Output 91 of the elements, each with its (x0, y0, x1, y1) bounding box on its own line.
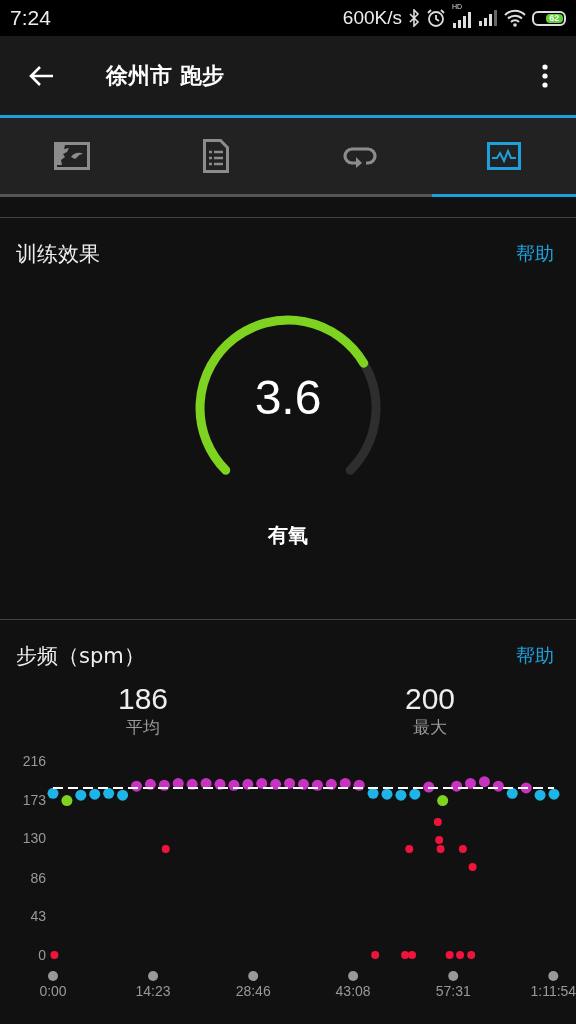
data-point (395, 789, 407, 801)
app-bar-title: 徐州市 跑步 (106, 61, 225, 90)
x-tick-label: 57:31 (435, 983, 471, 999)
back-arrow-icon[interactable] (28, 64, 54, 87)
data-point (298, 778, 309, 790)
data-point (284, 777, 296, 789)
section-title: 训练效果 (16, 241, 100, 268)
wifi-icon (504, 9, 526, 27)
data-point (506, 787, 518, 799)
y-tick-label: 0 (38, 947, 46, 963)
x-tick-label: 1:11:54 (530, 983, 576, 999)
data-point (451, 780, 463, 792)
data-point (172, 777, 184, 789)
data-point (423, 781, 435, 793)
data-point (228, 779, 240, 791)
data-point (371, 951, 380, 959)
help-link[interactable]: 帮助 (516, 643, 554, 669)
section-title: 步频（spm） (16, 643, 145, 670)
y-tick-label: 43 (30, 908, 46, 925)
x-tick-dot (548, 971, 559, 981)
data-point (409, 788, 421, 800)
data-point (339, 777, 351, 789)
network-speed: 600K/s (342, 7, 402, 29)
data-point (367, 787, 379, 799)
x-tick-dot (248, 971, 259, 981)
help-link[interactable]: 帮助 (516, 241, 554, 267)
data-point (492, 780, 504, 792)
data-point (214, 778, 226, 790)
x-tick-label: 43:08 (335, 983, 371, 999)
loop-arrow-icon (343, 144, 377, 168)
data-point (405, 845, 414, 853)
x-tick-label: 28:46 (235, 983, 271, 999)
gauge-value: 3.6 (253, 370, 323, 425)
battery-icon: 62 (532, 10, 566, 26)
bluetooth-icon (408, 9, 420, 27)
data-point (325, 778, 337, 790)
data-point (467, 951, 476, 959)
data-point (50, 951, 59, 959)
document-icon (203, 139, 229, 173)
data-point (478, 776, 490, 788)
data-point (465, 777, 476, 789)
data-point (311, 779, 323, 791)
x-tick-dot (48, 971, 58, 981)
data-point (47, 787, 59, 799)
x-tick-label: 0:00 (39, 983, 67, 999)
data-point (256, 777, 268, 789)
data-point (534, 789, 546, 801)
data-point (161, 845, 170, 853)
y-tick-label: 173 (22, 791, 46, 808)
data-point (61, 795, 73, 806)
data-point (158, 779, 170, 791)
x-tick-label: 14:23 (135, 983, 171, 999)
data-point (458, 845, 467, 853)
y-tick-label: 130 (22, 830, 46, 847)
chart-icon (487, 142, 521, 170)
data-point (548, 788, 560, 800)
data-point (75, 789, 87, 801)
x-tick-dot (448, 971, 459, 981)
data-point (433, 818, 442, 827)
stat-label: 平均 (126, 716, 160, 739)
gauge-label: 有氧 (268, 522, 308, 549)
data-point (445, 951, 454, 959)
data-point (186, 778, 198, 790)
data-point (456, 951, 465, 959)
data-point (144, 778, 156, 790)
data-point (103, 787, 115, 799)
x-tick-dot (148, 971, 159, 981)
data-point (468, 863, 477, 871)
data-point (520, 782, 532, 794)
data-point (242, 778, 254, 790)
signal-icon (478, 10, 498, 26)
alarm-icon (426, 8, 446, 28)
data-point (435, 836, 444, 845)
status-time: 7:24 (10, 6, 51, 30)
stat-label: 最大 (413, 716, 447, 739)
y-tick-label: 86 (30, 869, 46, 886)
signal-icon (452, 12, 472, 28)
stat-value: 186 (118, 682, 169, 716)
map-icon (54, 142, 90, 170)
data-point (200, 777, 212, 789)
data-point (117, 789, 129, 801)
data-point (353, 779, 365, 791)
data-point (131, 780, 142, 792)
y-tick-label: 216 (22, 753, 46, 769)
data-point (270, 778, 282, 790)
more-options-icon[interactable] (542, 63, 548, 88)
data-point (437, 795, 449, 806)
data-point (89, 788, 101, 800)
stat-value: 200 (405, 682, 456, 716)
data-point (381, 788, 393, 800)
x-tick-dot (348, 971, 359, 981)
